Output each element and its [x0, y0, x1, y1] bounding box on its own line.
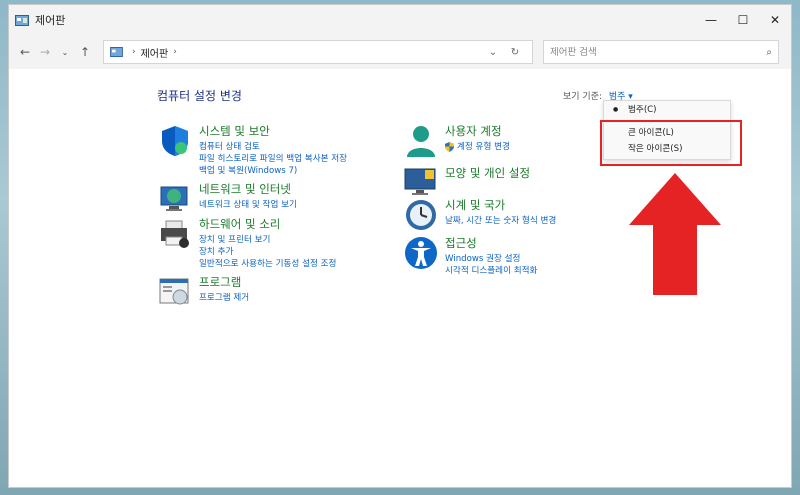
back-arrow-icon[interactable]: ← — [15, 40, 35, 64]
menu-item-category[interactable]: 범주(C) — [604, 101, 730, 117]
window-title: 제어판 — [35, 14, 66, 27]
category-user-accounts: 사용자 계정 계정 유형 변경 — [403, 123, 510, 159]
search-icon[interactable]: ⌕ — [766, 47, 772, 58]
monitor-icon[interactable] — [403, 165, 439, 201]
annotation-arrow-icon — [629, 173, 721, 295]
address-bar-row: ← → ⌄ ↑ › 제어판 › ⌄ ↻ ⌕ — [9, 35, 791, 69]
category-appearance: 모양 및 개인 설정 — [403, 165, 530, 201]
link-optimize-display[interactable]: 시각적 디스플레이 최적화 — [445, 265, 537, 277]
category-clock-region: 시계 및 국가 날짜, 시간 또는 숫자 형식 변경 — [403, 197, 556, 233]
category-title[interactable]: 시계 및 국가 — [445, 197, 556, 213]
category-system-security: 시스템 및 보안 컴퓨터 상태 검토 파일 히스토리로 파일의 백업 복사본 저… — [157, 123, 347, 177]
breadcrumb-separator-icon[interactable]: › — [173, 47, 177, 57]
category-title[interactable]: 네트워크 및 인터넷 — [199, 181, 297, 197]
maximize-button[interactable]: ☐ — [727, 5, 759, 35]
page-title: 컴퓨터 설정 변경 — [157, 89, 242, 103]
link-mobility-settings[interactable]: 일반적으로 사용하는 기동성 설정 조정 — [199, 258, 336, 270]
network-globe-icon[interactable] — [157, 181, 193, 217]
link-backup-restore[interactable]: 백업 및 복원(Windows 7) — [199, 165, 347, 177]
forward-arrow-icon[interactable]: → — [35, 40, 55, 64]
category-hardware-sound: 하드웨어 및 소리 장치 및 프린터 보기 장치 추가 일반적으로 사용하는 기… — [157, 216, 336, 270]
category-accessibility: 접근성 Windows 권장 설정 시각적 디스플레이 최적화 — [403, 235, 537, 277]
up-arrow-icon[interactable]: ↑ — [75, 40, 95, 64]
close-button[interactable]: ✕ — [759, 5, 791, 35]
link-date-time-format[interactable]: 날짜, 시간 또는 숫자 형식 변경 — [445, 215, 556, 227]
view-by-menu: 범주(C) 큰 아이콘(L) 작은 아이콘(S) — [603, 100, 731, 160]
address-field[interactable]: › 제어판 › ⌄ ↻ — [103, 40, 533, 64]
uac-shield-icon — [445, 142, 454, 152]
link-label[interactable]: 계정 유형 변경 — [457, 141, 510, 153]
minimize-button[interactable]: — — [695, 5, 727, 35]
refresh-icon[interactable]: ↻ — [504, 47, 526, 58]
control-panel-icon — [15, 14, 29, 26]
link-review-status[interactable]: 컴퓨터 상태 검토 — [199, 141, 347, 153]
title-bar: 제어판 — ☐ ✕ — [9, 5, 791, 35]
category-title[interactable]: 모양 및 개인 설정 — [445, 165, 530, 181]
breadcrumb[interactable]: 제어판 — [141, 45, 169, 60]
category-title[interactable]: 시스템 및 보안 — [199, 123, 347, 139]
link-devices-printers[interactable]: 장치 및 프린터 보기 — [199, 234, 336, 246]
menu-item-large-icons[interactable]: 큰 아이콘(L) — [604, 124, 730, 140]
link-windows-recommended[interactable]: Windows 권장 설정 — [445, 253, 537, 265]
link-add-device[interactable]: 장치 추가 — [199, 246, 336, 258]
link-file-history[interactable]: 파일 히스토리로 파일의 백업 복사본 저장 — [199, 153, 347, 165]
accessibility-icon[interactable] — [403, 235, 439, 271]
menu-divider — [612, 120, 722, 121]
category-title[interactable]: 사용자 계정 — [445, 123, 510, 139]
clock-icon[interactable] — [403, 197, 439, 233]
control-panel-window: 제어판 — ☐ ✕ ← → ⌄ ↑ › 제어판 › ⌄ ↻ ⌕ 컴퓨터 설정 변… — [8, 4, 792, 488]
chevron-down-icon[interactable]: ⌄ — [482, 47, 504, 58]
recent-dropdown-icon[interactable]: ⌄ — [55, 40, 75, 64]
link-network-status[interactable]: 네트워크 상태 및 작업 보기 — [199, 199, 297, 211]
search-input[interactable] — [550, 46, 767, 58]
category-title[interactable]: 하드웨어 및 소리 — [199, 216, 336, 232]
printer-icon[interactable] — [157, 216, 193, 252]
search-box[interactable]: ⌕ — [543, 40, 779, 64]
programs-icon[interactable] — [157, 274, 193, 310]
link-uninstall-program[interactable]: 프로그램 제거 — [199, 292, 249, 304]
category-programs: 프로그램 프로그램 제거 — [157, 274, 249, 310]
user-icon[interactable] — [403, 123, 439, 159]
control-panel-icon — [110, 47, 123, 57]
menu-item-small-icons[interactable]: 작은 아이콘(S) — [604, 140, 730, 156]
view-by-label: 보기 기준: — [563, 92, 603, 102]
link-change-account-type[interactable]: 계정 유형 변경 — [445, 141, 510, 153]
shield-icon[interactable] — [157, 123, 193, 159]
category-network-internet: 네트워크 및 인터넷 네트워크 상태 및 작업 보기 — [157, 181, 297, 217]
category-title[interactable]: 접근성 — [445, 235, 537, 251]
category-title[interactable]: 프로그램 — [199, 274, 249, 290]
breadcrumb-separator-icon[interactable]: › — [132, 47, 136, 57]
